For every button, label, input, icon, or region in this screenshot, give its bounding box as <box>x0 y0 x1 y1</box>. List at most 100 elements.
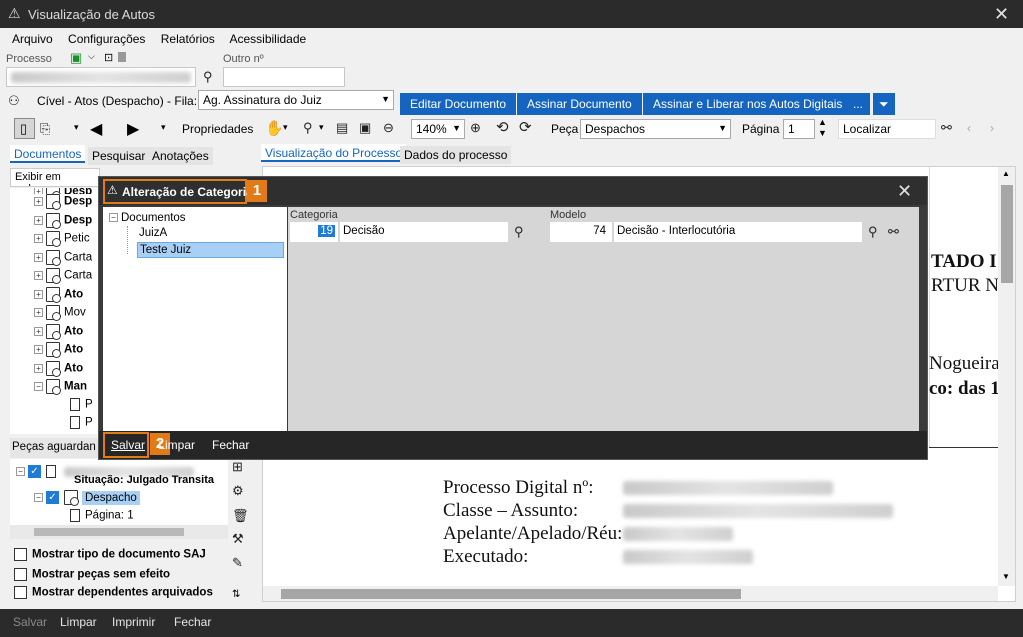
dropdown-arrow-icon[interactable]: ▾ <box>283 122 288 133</box>
despacho-item[interactable]: Despacho <box>82 491 140 505</box>
ordem-select[interactable]: Exibir em ordem <box>10 168 100 187</box>
next-icon[interactable]: ▶ <box>127 119 139 139</box>
dialog-limpar-button[interactable]: Limpar <box>159 438 195 452</box>
assinar-liberar-button[interactable]: Assinar e Liberar nos Autos Digitais <box>643 93 853 115</box>
dependentes-arquivados-checkbox[interactable] <box>14 586 27 599</box>
expand-icon[interactable]: − <box>34 382 43 391</box>
dropdown-arrow-icon[interactable]: ▾ <box>74 122 79 133</box>
rotate-left-icon[interactable]: ⟲ <box>496 118 509 136</box>
close-icon[interactable]: ✕ <box>994 5 1009 23</box>
pending-checkbox[interactable]: ✓ <box>28 465 41 479</box>
filter-dropdown-button[interactable]: ⏷ <box>873 93 895 115</box>
chevron-down-icon[interactable]: ⌵ <box>88 51 95 62</box>
localizar-input[interactable]: Localizar <box>838 119 936 139</box>
tree-item[interactable]: + Petic <box>10 231 100 250</box>
propriedades-button[interactable]: Propriedades <box>182 122 253 136</box>
hand-pan-icon[interactable]: ✋ <box>265 119 284 137</box>
expand-icon[interactable]: + <box>34 252 43 262</box>
tree-page-item[interactable]: P <box>10 397 100 417</box>
categoria-code-input[interactable]: 19 <box>290 222 338 242</box>
modelo-search-icon[interactable]: ⚲ <box>868 224 878 240</box>
bookmark-icon[interactable]: ⊡ <box>104 51 113 64</box>
menu-acessibilidade[interactable]: Acessibilidade <box>229 32 306 46</box>
editar-documento-button[interactable]: Editar Documento <box>400 93 517 115</box>
tree-item[interactable]: + Desp <box>10 194 100 213</box>
tree-item[interactable]: + Ato <box>10 342 100 361</box>
pecas-sem-efeito-checkbox[interactable] <box>14 568 27 581</box>
despacho-checkbox[interactable]: ✓ <box>46 491 59 505</box>
sign-icon[interactable]: ✎ <box>232 555 243 571</box>
modelo-preview-icon[interactable]: ⚯ <box>888 224 899 240</box>
tree-item[interactable]: − Man <box>10 379 100 398</box>
rotate-right-icon[interactable]: ⟳ <box>519 118 532 136</box>
horizontal-scrollbar[interactable] <box>10 525 228 539</box>
modelo-input[interactable]: Decisão - Interlocutória <box>614 222 862 242</box>
select-mode-button[interactable]: ▯ <box>14 118 35 139</box>
tree-item[interactable]: + Carta <box>10 268 100 287</box>
bottom-imprimir-button[interactable]: Imprimir <box>112 615 155 629</box>
expand-icon[interactable]: + <box>34 308 43 317</box>
expand-icon[interactable]: + <box>34 271 43 280</box>
expand-icon[interactable]: + <box>34 363 43 373</box>
expand-icon[interactable]: + <box>34 215 43 225</box>
bottom-limpar-button[interactable]: Limpar <box>60 615 97 629</box>
fila-select[interactable]: Ag. Assinatura do Juiz ▼ <box>198 90 394 110</box>
previous-icon[interactable]: ◀ <box>90 119 102 139</box>
tab-documentos[interactable]: Documentos <box>10 145 86 163</box>
assinar-documento-button[interactable]: Assinar Documento <box>517 93 642 115</box>
expand-icon[interactable]: + <box>34 345 43 354</box>
tree-item[interactable]: + Ato <box>10 286 100 306</box>
previous-result-icon[interactable]: ‹ <box>967 121 971 135</box>
file-add-icon[interactable]: ▣ <box>70 50 82 66</box>
tree-item-juiza[interactable]: JuizA <box>139 227 167 239</box>
tree-item[interactable]: + Ato <box>10 323 100 343</box>
tipo-documento-checkbox[interactable] <box>14 548 27 561</box>
bottom-salvar-button[interactable]: Salvar <box>13 615 47 629</box>
tree-root[interactable]: Documentos <box>121 212 186 224</box>
pagina-item[interactable]: Página: 1 <box>85 510 134 522</box>
trash-icon[interactable]: 🗑 <box>232 508 249 524</box>
copy-icon[interactable]: ⎘ <box>40 121 50 137</box>
dropdown-arrow-icon[interactable]: ▾ <box>161 122 166 133</box>
modelo-code-input[interactable]: 74 <box>550 222 612 242</box>
categoria-search-icon[interactable]: ⚲ <box>514 224 524 240</box>
horizontal-scrollbar[interactable] <box>263 586 998 601</box>
tab-visualizacao[interactable]: Visualização do Processo <box>261 144 407 162</box>
dialog-close-icon[interactable]: ✕ <box>897 182 912 200</box>
fit-width-icon[interactable]: ▤ <box>336 120 348 136</box>
tab-dados-processo[interactable]: Dados do processo <box>400 146 512 164</box>
menu-configuracoes[interactable]: Configurações <box>68 32 145 46</box>
tree-item[interactable]: + Mov <box>10 305 100 324</box>
tab-pesquisar[interactable]: Pesquisar <box>88 147 150 165</box>
expand-icon[interactable]: + <box>34 197 43 206</box>
tree-page-item[interactable]: P <box>10 416 100 434</box>
search-icon[interactable]: ⚲ <box>203 69 213 85</box>
expand-icon[interactable]: + <box>34 289 43 299</box>
dialog-salvar-button[interactable]: Salvar <box>111 438 145 452</box>
tab-anotacoes[interactable]: Anotações <box>148 147 213 165</box>
pagina-stepper[interactable]: ▲ ▼ <box>818 117 827 139</box>
menu-arquivo[interactable]: Arquivo <box>12 32 53 46</box>
zoom-in-icon[interactable]: ⊕ <box>470 120 481 136</box>
tree-item[interactable]: + Desp <box>10 212 100 232</box>
outro-numero-input[interactable] <box>223 67 345 87</box>
expand-collapse-icon[interactable]: ⇅ <box>232 589 240 600</box>
fit-page-icon[interactable]: ▣ <box>359 120 371 136</box>
more-actions-button[interactable]: ... <box>846 93 871 115</box>
expand-icon[interactable]: + <box>34 326 43 336</box>
tree-item-teste-juiz[interactable]: Teste Juiz <box>137 242 284 258</box>
dialog-fechar-button[interactable]: Fechar <box>212 438 249 452</box>
tree-item[interactable]: + Ato <box>10 360 100 380</box>
pagina-input[interactable]: 1 <box>783 119 815 139</box>
gavel-icon[interactable]: ⚒ <box>232 531 244 547</box>
zoom-icon[interactable]: ⚲ <box>303 120 313 136</box>
expand-icon[interactable]: + <box>34 234 43 243</box>
menu-relatorios[interactable]: Relatórios <box>161 32 215 46</box>
processo-input[interactable] <box>6 67 196 87</box>
peca-select[interactable]: Despachos ▼ <box>580 119 731 139</box>
certificate-icon[interactable]: ⚙ <box>232 483 244 499</box>
collapse-icon[interactable]: − <box>16 467 25 477</box>
dropdown-arrow-icon[interactable]: ▾ <box>319 122 324 133</box>
zoom-select[interactable]: 140% ▼ <box>411 119 465 139</box>
zoom-out-icon[interactable]: ⊖ <box>383 120 394 136</box>
